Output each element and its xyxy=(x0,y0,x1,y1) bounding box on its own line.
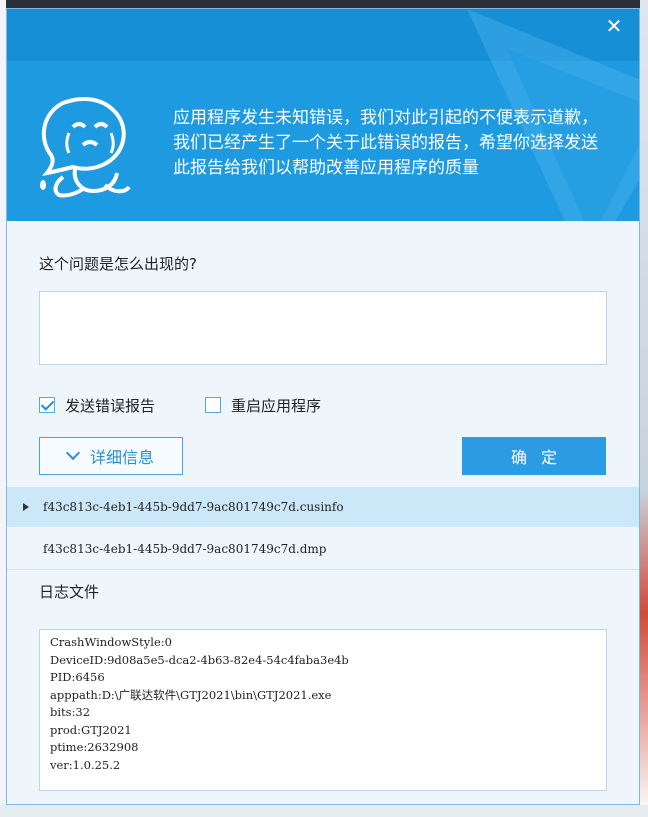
log-line: bits:32 xyxy=(50,705,91,719)
log-line: CrashWindowStyle:0 xyxy=(50,635,172,649)
log-line: DeviceID:9d08a5e5-dca2-4b63-82e4-54c4fab… xyxy=(50,652,349,667)
log-file-label: 日志文件 xyxy=(39,583,100,601)
log-line: apppath:D:\广联达软件\GTJ2021\bin\GTJ2021.exe xyxy=(50,687,332,702)
send-report-label: 发送错误报告 xyxy=(65,396,156,415)
ok-button[interactable]: 确定 xyxy=(462,437,606,475)
dialog-header: ✕ 应用程序发生未知错误，我们对此引起的不便表示道歉，我们已经产生了一个关于此错… xyxy=(7,9,639,221)
divider xyxy=(7,569,639,570)
log-line: PID:6456 xyxy=(50,670,105,684)
crash-report-dialog: ✕ 应用程序发生未知错误，我们对此引起的不便表示道歉，我们已经产生了一个关于此错… xyxy=(6,8,640,805)
description-input[interactable] xyxy=(39,291,607,365)
checkbox-checked-icon[interactable] xyxy=(39,397,55,413)
details-button-label: 详细信息 xyxy=(89,448,154,467)
log-line: ptime:2632908 xyxy=(50,740,139,754)
background-bottom xyxy=(0,805,648,817)
log-content-box[interactable]: CrashWindowStyle:0 DeviceID:9d08a5e5-dca… xyxy=(39,629,607,791)
selected-arrow-icon xyxy=(23,503,29,511)
file-name: f43c813c-4eb1-445b-9dd7-9ac801749c7d.cus… xyxy=(43,500,344,514)
question-label: 这个问题是怎么出现的? xyxy=(39,255,197,273)
file-row-dmp[interactable]: f43c813c-4eb1-445b-9dd7-9ac801749c7d.dmp xyxy=(7,529,639,569)
background-right xyxy=(640,0,648,817)
file-row-cusinfo[interactable]: f43c813c-4eb1-445b-9dd7-9ac801749c7d.cus… xyxy=(7,487,639,527)
file-name: f43c813c-4eb1-445b-9dd7-9ac801749c7d.dmp xyxy=(43,542,327,556)
crying-mascot-icon xyxy=(40,96,131,198)
log-line: prod:GTJ2021 xyxy=(50,722,132,737)
restart-app-checkbox[interactable]: 重启应用程序 xyxy=(205,395,321,415)
chevron-down-icon xyxy=(65,445,81,461)
ok-button-label: 确定 xyxy=(510,448,571,467)
close-icon[interactable]: ✕ xyxy=(603,15,625,37)
restart-app-label: 重启应用程序 xyxy=(231,396,322,415)
checkbox-unchecked-icon[interactable] xyxy=(205,397,221,413)
log-line: ver:1.0.25.2 xyxy=(50,757,121,772)
error-message: 应用程序发生未知错误，我们对此引起的不便表示道歉，我们已经产生了一个关于此错误的… xyxy=(173,108,598,178)
details-button[interactable]: 详细信息 xyxy=(39,437,183,475)
send-report-checkbox[interactable]: 发送错误报告 xyxy=(39,395,155,415)
